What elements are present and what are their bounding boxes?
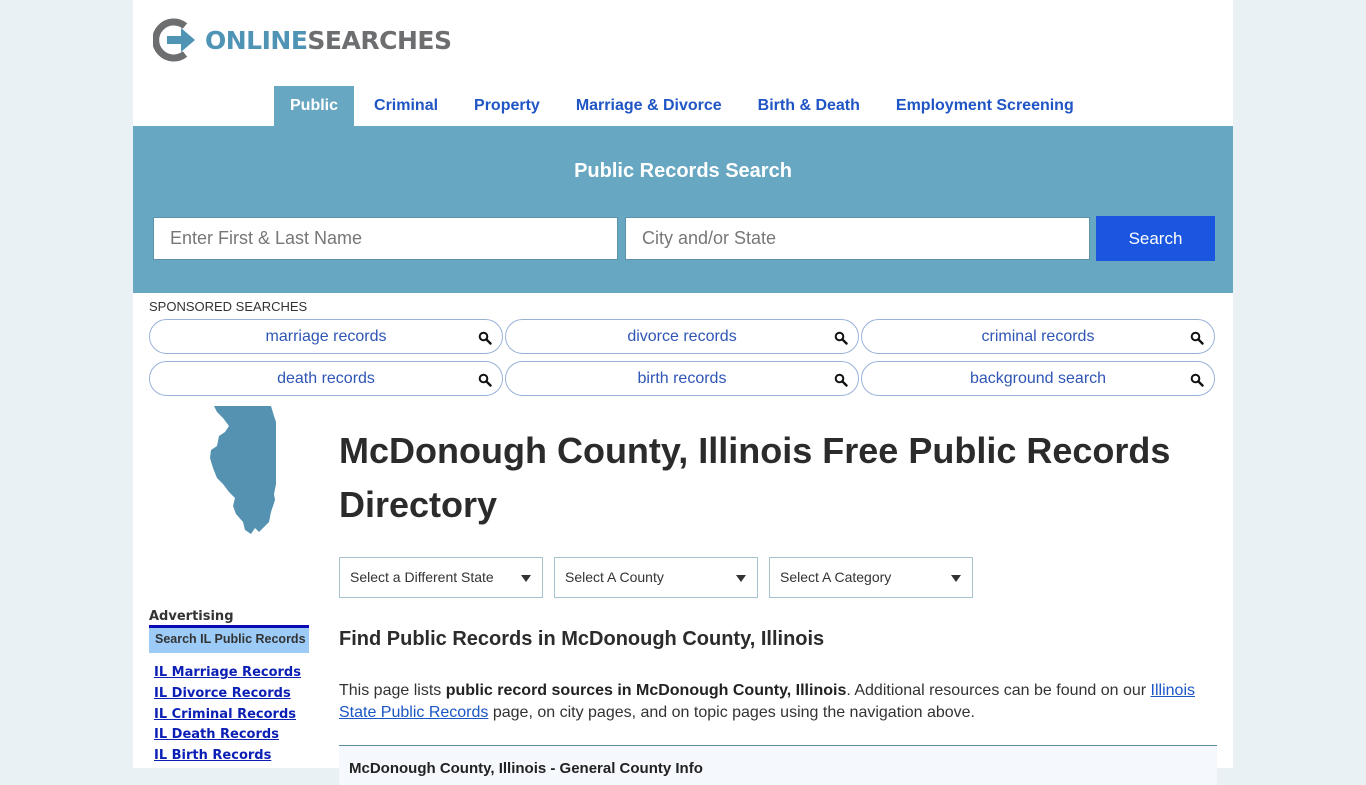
search-icon [478, 373, 492, 387]
logo-mark-icon [153, 18, 195, 62]
sponsored-search-death-records[interactable]: death records [149, 361, 503, 396]
nav-tab-public[interactable]: Public [274, 86, 355, 126]
nav-tab-property[interactable]: Property [458, 86, 556, 126]
sponsored-searches-label: SPONSORED SEARCHES [149, 299, 308, 314]
sponsored-search-label: background search [969, 370, 1107, 387]
intro-bold-text: public record sources in McDonough Count… [445, 682, 847, 699]
sponsored-search-marriage-records[interactable]: marriage records [149, 319, 503, 354]
logo-text-searches: SEARCHES [307, 25, 452, 55]
caret-down-icon [736, 575, 746, 582]
filter-selects: Select a Different State Select A County… [339, 557, 984, 598]
ad-link-il-marriage-records[interactable]: IL Marriage Records [154, 663, 301, 684]
main-nav: Public Criminal Property Marriage & Divo… [274, 86, 1094, 126]
intro-text-2: . Additional resources can be found on o… [846, 682, 1151, 699]
ad-link-il-death-records[interactable]: IL Death Records [154, 725, 301, 746]
caret-down-icon [521, 575, 531, 582]
ad-links-list: IL Marriage Records IL Divorce Records I… [154, 663, 301, 767]
county-select-value: Select A County [565, 569, 664, 585]
state-select[interactable]: Select a Different State [339, 557, 543, 598]
section-title: Find Public Records in McDonough County,… [339, 628, 825, 650]
category-select[interactable]: Select A Category [769, 557, 973, 598]
sponsored-search-label: marriage records [265, 328, 387, 345]
general-county-info-title: McDonough County, Illinois - General Cou… [349, 760, 703, 777]
illinois-map-icon [210, 406, 276, 534]
general-county-info-box: McDonough County, Illinois - General Cou… [339, 745, 1217, 785]
intro-text-1: This page lists [339, 682, 446, 699]
site-logo[interactable]: ONLINESEARCHES [153, 18, 452, 62]
category-select-value: Select A Category [780, 569, 892, 585]
logo-text-online: ONLINE [205, 25, 308, 55]
caret-down-icon [951, 575, 961, 582]
page-title: McDonough County, Illinois Free Public R… [339, 430, 1171, 525]
sponsored-search-label: birth records [637, 370, 727, 387]
sponsored-search-divorce-records[interactable]: divorce records [505, 319, 859, 354]
ad-link-il-birth-records[interactable]: IL Birth Records [154, 746, 301, 767]
ad-link-il-criminal-records[interactable]: IL Criminal Records [154, 705, 301, 726]
county-select[interactable]: Select A County [554, 557, 758, 598]
search-il-public-records-box: Search IL Public Records [149, 625, 309, 653]
sponsored-search-birth-records[interactable]: birth records [505, 361, 859, 396]
name-search-input[interactable] [153, 217, 618, 260]
city-state-search-input[interactable] [625, 217, 1090, 260]
sponsored-searches-grid: marriage records divorce records crimina… [149, 319, 1215, 396]
intro-paragraph: This page lists public record sources in… [339, 680, 1219, 724]
search-title: Public Records Search [574, 160, 792, 182]
ad-link-il-divorce-records[interactable]: IL Divorce Records [154, 684, 301, 705]
nav-tab-marriage-divorce[interactable]: Marriage & Divorce [560, 86, 738, 126]
sponsored-search-criminal-records[interactable]: criminal records [861, 319, 1215, 354]
page-container: ONLINESEARCHES Public Criminal Property … [133, 0, 1233, 785]
search-band: Public Records Search Search [133, 126, 1233, 293]
sponsored-search-label: divorce records [627, 328, 737, 345]
search-icon [478, 331, 492, 345]
advertising-label: Advertising [149, 609, 234, 624]
intro-text-3: page, on city pages, and on topic pages … [488, 704, 975, 721]
state-select-value: Select a Different State [350, 569, 494, 585]
search-icon [834, 331, 848, 345]
sponsored-search-label: death records [277, 370, 375, 387]
sponsored-search-background-search[interactable]: background search [861, 361, 1215, 396]
search-icon [834, 373, 848, 387]
search-button[interactable]: Search [1096, 216, 1215, 261]
nav-tab-criminal[interactable]: Criminal [358, 86, 454, 126]
nav-tab-employment-screening[interactable]: Employment Screening [880, 86, 1090, 126]
sponsored-search-label: criminal records [981, 328, 1095, 345]
logo-text: ONLINESEARCHES [205, 25, 452, 55]
nav-tab-birth-death[interactable]: Birth & Death [742, 86, 876, 126]
search-icon [1190, 373, 1204, 387]
search-icon [1190, 331, 1204, 345]
